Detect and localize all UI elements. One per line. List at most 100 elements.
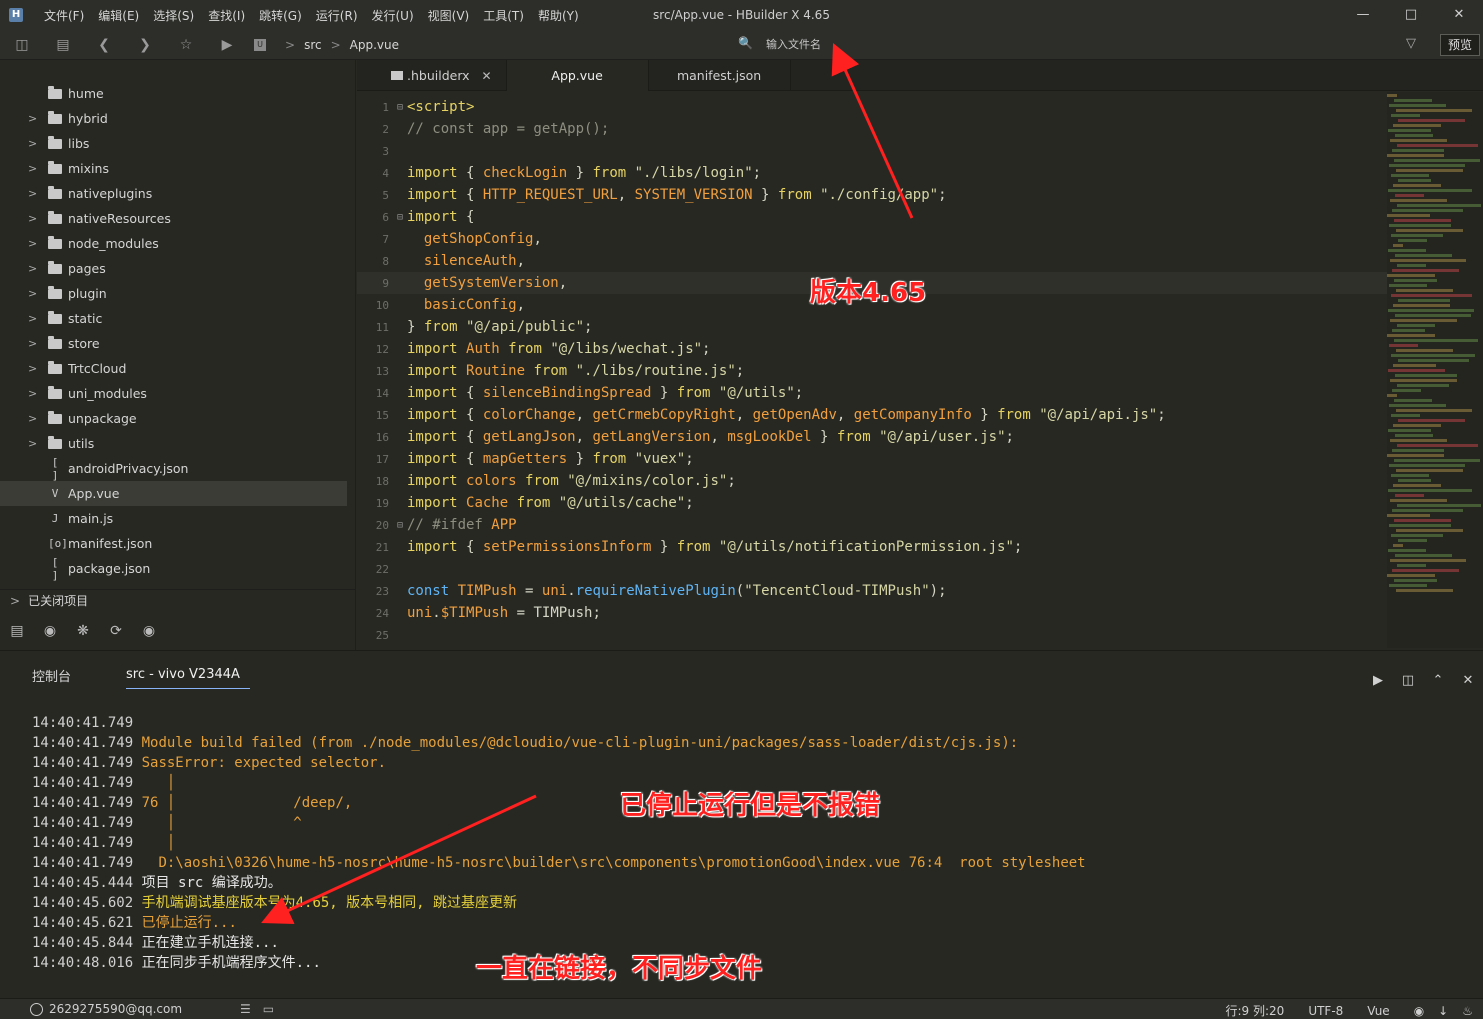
code-line[interactable]: 19 import Cache from "@/utils/cache"; [357,492,1387,514]
tree-item[interactable]: >[o]manifest.json [0,531,356,556]
web-browser-icon[interactable]: ◉ [140,622,158,640]
clear-console-icon[interactable]: ◫ [1393,673,1423,688]
menu-item[interactable]: 视图(V) [421,7,477,24]
editor-tab[interactable]: .hbuilderx ✕ [357,60,507,91]
editor-tab[interactable]: manifest.json [649,60,791,91]
forward-icon[interactable]: ❯ [135,35,155,55]
chevron-right-icon[interactable]: > [28,162,48,175]
menu-item[interactable]: 文件(F) [37,7,91,24]
code-line[interactable]: 12 import Auth from "@/libs/wechat.js"; [357,338,1387,360]
source-control-icon[interactable]: ⟳ [107,622,125,640]
file-encoding[interactable]: UTF-8 [1308,1004,1343,1018]
close-panel-icon[interactable]: ✕ [1453,673,1483,688]
menu-item[interactable]: 编辑(E) [91,7,146,24]
chevron-right-icon[interactable]: > [28,312,48,325]
new-file-icon[interactable]: ◫ [12,35,32,55]
tree-item[interactable]: > hume [0,81,356,106]
terminal-icon[interactable]: ▭ [263,1002,274,1016]
chevron-right-icon[interactable]: > [28,137,48,150]
editor-tab[interactable]: App.vue [506,60,649,91]
chevron-right-icon[interactable]: > [28,362,48,375]
code-line[interactable]: 25 [357,624,1387,646]
code-line[interactable]: 2 // const app = getApp(); [357,118,1387,140]
menu-item[interactable]: 跳转(G) [252,7,309,24]
tree-item[interactable]: >[ ] androidPrivacy.json [0,456,356,482]
back-icon[interactable]: ❮ [94,35,114,55]
search-binoculars-icon[interactable]: ◉ [41,622,59,640]
chevron-up-icon[interactable]: ⌃ [1423,673,1453,688]
close-tab-icon[interactable]: ✕ [482,69,492,83]
menu-item[interactable]: 帮助(Y) [531,7,586,24]
chevron-right-icon[interactable]: > [28,412,48,425]
chevron-right-icon[interactable]: > [28,262,48,275]
minimize-icon[interactable]: — [1339,0,1387,30]
close-icon[interactable]: ✕ [1435,0,1483,30]
code-line[interactable]: 24 uni. $TIMPush = TIMPush; [357,602,1387,624]
tree-item[interactable]: > uni_modules [0,381,356,406]
closed-projects[interactable]: > 已关闭项目 [0,589,356,611]
tree-item[interactable]: > plugin [0,281,356,306]
code-line[interactable]: 8 silenceAuth, [357,250,1387,272]
tree-item[interactable]: > node_modules [0,231,356,256]
tree-item[interactable]: >[ ] package.json [0,556,356,582]
menu-item[interactable]: 运行(R) [309,7,365,24]
fold-toggle-icon[interactable]: ⊟ [393,102,407,113]
run-icon[interactable]: ▶ [1363,673,1393,688]
tree-item[interactable]: > TrtcCloud [0,356,356,381]
code-line[interactable]: 18 import colors from "@/mixins/color.js"… [357,470,1387,492]
code-line[interactable]: 3 [357,140,1387,162]
save-icon[interactable]: ▤ [53,35,73,55]
tree-item[interactable]: > mixins [0,156,356,181]
code-line[interactable]: 14 import { silenceBindingSpread } from "… [357,382,1387,404]
tree-item[interactable]: > static [0,306,356,331]
chevron-right-icon[interactable]: > [28,237,48,250]
maximize-icon[interactable]: □ [1387,0,1435,30]
fold-toggle-icon[interactable]: ⊟ [393,520,407,531]
code-line[interactable]: 20 ⊟// #ifdef APP [357,514,1387,536]
minimap[interactable] [1387,92,1483,648]
fold-toggle-icon[interactable]: ⊟ [393,212,407,223]
tree-item[interactable]: >V App.vue [0,481,347,506]
tree-item[interactable]: > hybrid [0,106,356,131]
tree-item[interactable]: > store [0,331,356,356]
menu-item[interactable]: 查找(I) [201,7,252,24]
menu-item[interactable]: 发行(U) [365,7,421,24]
code-line[interactable]: 15 import { colorChange, getCrmebCopyRigh… [357,404,1387,426]
chevron-right-icon[interactable]: > [28,212,48,225]
code-editor[interactable]: 1 ⊟ <script> 2// const app = getApp(); 3 4 imp… [357,92,1387,648]
code-line[interactable]: 4 import { checkLogin } from "./libs/logi… [357,162,1387,184]
tree-item[interactable]: >Jmain.js [0,506,356,531]
code-line[interactable]: 21 import { setPermissionsInform } from "… [357,536,1387,558]
run-icon[interactable]: ▶ [217,35,237,55]
code-line[interactable]: 1 ⊟ <script> [357,96,1387,118]
chevron-right-icon[interactable]: > [28,387,48,400]
notification-bell-icon[interactable]: ♨ [1462,1004,1473,1018]
project-manager-icon[interactable]: ▤ [8,622,26,640]
download-icon[interactable]: ↓ [1438,1004,1448,1018]
code-line[interactable]: 23 const TIMPush = uni. requireNativePlugi… [357,580,1387,602]
chevron-right-icon[interactable]: > [28,337,48,350]
code-line[interactable]: 17 import { mapGetters } from "vuex"; [357,448,1387,470]
menu-item[interactable]: 工具(T) [476,7,531,24]
preview-button[interactable]: 预览 [1440,34,1480,56]
tab-console[interactable]: 控制台 [32,660,71,691]
breadcrumb-item[interactable]: src [304,38,322,52]
tree-item[interactable]: > utils [0,431,356,456]
file-search[interactable]: 🔍 输入文件名 [738,36,821,52]
tree-item[interactable]: > pages [0,256,356,281]
code-line[interactable]: 6 ⊟ import { [357,206,1387,228]
code-line[interactable]: 22 [357,558,1387,580]
chevron-right-icon[interactable]: > [28,112,48,125]
code-line[interactable]: 5 import { HTTP_REQUEST_URL, SYSTEM_VERSI… [357,184,1387,206]
tree-item[interactable]: > libs [0,131,356,156]
filter-icon[interactable]: ▽ [1406,36,1416,51]
list-icon[interactable]: ☰ [240,1002,251,1016]
tab-device-run[interactable]: src - vivo V2344A [126,661,250,689]
tree-item[interactable]: > nativeplugins [0,181,356,206]
code-line[interactable]: 13 import Routine from "./libs/routine.js… [357,360,1387,382]
cursor-position[interactable]: 行:9 列:20 [1226,1002,1285,1019]
code-line[interactable]: 7 getShopConfig, [357,228,1387,250]
language-mode[interactable]: Vue [1367,1004,1389,1018]
breadcrumb-item[interactable]: App.vue [350,38,399,52]
code-line[interactable]: 16 import { getLangJson, getLangVersion, … [357,426,1387,448]
